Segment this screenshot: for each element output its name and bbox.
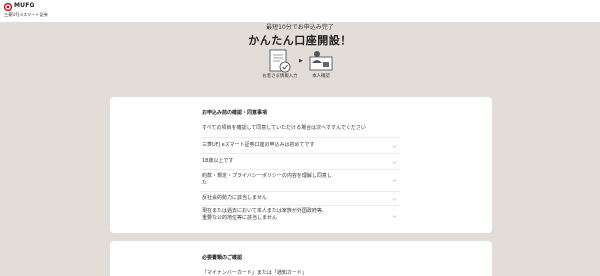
question-label: 現在または過去において本人または家族が外国政府等、重要な公的地位等に該当しません xyxy=(202,208,327,221)
question-age[interactable]: 18歳以上です xyxy=(200,153,400,169)
confirmation-intro: すべての項目を確認して同意していただける場合は次へすすんでください xyxy=(202,125,366,131)
question-label: 反社会的勢力に該当しません xyxy=(202,195,267,201)
document-check-icon xyxy=(269,49,291,73)
question-foreign-pep[interactable]: 現在または過去において本人または家族が外国政府等、重要な公的地位等に該当しません xyxy=(200,205,400,227)
question-label: 18歳以上です xyxy=(202,158,234,164)
chevron-down-icon xyxy=(392,145,397,148)
question-first-time[interactable]: 三菱UFJ eスマート証券口座の申込みは初めてです xyxy=(200,137,400,153)
question-label: 三菱UFJ eスマート証券口座の申込みは初めてです xyxy=(202,142,315,148)
id-card-icon xyxy=(309,51,333,71)
step-label-info: お客さま情報入力 xyxy=(262,74,298,79)
chevron-down-icon xyxy=(392,161,397,164)
documents-line: 「マイナンバーカード」または「通知カード」 xyxy=(202,270,307,276)
hero-subtitle: 最短10分でお申込み完了 xyxy=(266,24,334,31)
confirmation-card: お申込み前の確認・同意事項 すべての項目を確認して同意していただける場合は次へす… xyxy=(110,97,492,233)
brand-subtitle: 三菱UFJ eスマート証券 xyxy=(4,12,48,17)
mufg-logo-icon xyxy=(4,3,12,11)
documents-card: 必要書類のご確認 「マイナンバーカード」または「通知カード」 xyxy=(110,241,492,276)
confirmation-title: お申込み前の確認・同意事項 xyxy=(202,110,268,116)
page-title: かんたん口座開設！ xyxy=(248,34,352,47)
step-arrow-icon: ▶ xyxy=(299,58,303,64)
question-antisocial[interactable]: 反社会的勢力に該当しません xyxy=(200,191,400,205)
question-label: 約款・規定・プライバシーポリシーの内容を理解し同意した xyxy=(202,173,332,186)
chevron-down-icon xyxy=(392,215,397,218)
chevron-down-icon xyxy=(392,198,397,201)
header-bar: MUFG 三菱UFJ eスマート証券 xyxy=(0,0,600,22)
brand-name: MUFG xyxy=(14,2,35,9)
question-terms[interactable]: 約款・規定・プライバシーポリシーの内容を理解し同意した xyxy=(200,169,400,191)
documents-title: 必要書類のご確認 xyxy=(202,255,243,261)
step-label-identity: 本人確認 xyxy=(312,74,330,79)
chevron-down-icon xyxy=(392,179,397,182)
